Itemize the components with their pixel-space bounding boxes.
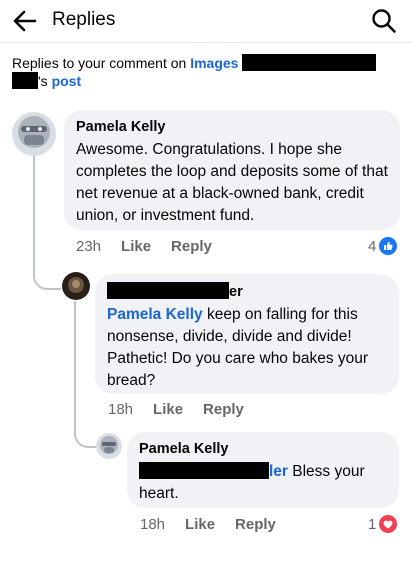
reply-button[interactable]: Reply — [203, 401, 244, 418]
avatar[interactable] — [12, 112, 56, 156]
like-button[interactable]: Like — [121, 238, 151, 255]
comment-actions: 23h Like Reply — [76, 238, 212, 255]
comment-time[interactable]: 18h — [140, 516, 165, 533]
comment-author[interactable]: Pamela Kelly — [76, 118, 388, 136]
reply-button[interactable]: Reply — [171, 238, 212, 255]
arrow-left-icon — [13, 10, 37, 32]
reply-button[interactable]: Reply — [235, 516, 276, 533]
avatar[interactable] — [62, 272, 90, 300]
love-reaction-icon — [379, 515, 398, 533]
comment-text: Pamela Kelly keep on falling for this no… — [107, 304, 387, 392]
comment-actions: 18h Like Reply — [108, 401, 244, 418]
comment-bubble: Pamela Kelly ler Bless your heart. — [127, 432, 399, 508]
thread-connector — [33, 262, 61, 290]
redacted-block — [12, 72, 38, 89]
comment-bubble: Pamela Kelly Awesome. Congratulations. I… — [64, 110, 400, 230]
comment-actions: 18h Like Reply — [140, 516, 276, 533]
context-possessive: 's — [38, 73, 52, 89]
like-reaction-icon — [379, 237, 398, 255]
redacted-block — [242, 54, 377, 71]
comment-time[interactable]: 18h — [108, 401, 133, 418]
search-button[interactable] — [370, 7, 398, 35]
comment-time[interactable]: 23h — [76, 238, 101, 255]
search-icon — [372, 9, 396, 33]
comment-text: ler Bless your heart. — [139, 461, 387, 505]
mention-link[interactable]: Pamela Kelly — [107, 306, 203, 323]
avatar[interactable] — [96, 433, 122, 459]
post-link[interactable]: post — [52, 73, 82, 89]
reply-context: Replies to your comment on Images 's pos… — [12, 54, 404, 90]
comment-bubble: er Pamela Kelly keep on falling for this… — [95, 274, 399, 394]
top-bar: Replies — [0, 0, 412, 43]
context-prefix: Replies to your comment on — [12, 55, 191, 71]
like-button[interactable]: Like — [185, 516, 215, 533]
redacted-block — [139, 462, 269, 479]
redacted-block — [107, 282, 229, 299]
thread-connector — [74, 426, 96, 448]
page-link[interactable]: Images — [190, 55, 238, 71]
page-title: Replies — [52, 9, 116, 30]
like-button[interactable]: Like — [153, 401, 183, 418]
mention-link-suffix[interactable]: ler — [269, 463, 288, 480]
back-button[interactable] — [10, 6, 40, 36]
reaction-count: 4 — [368, 237, 377, 255]
reaction-summary[interactable]: 4 — [368, 237, 398, 255]
comment-author[interactable]: er — [107, 282, 387, 301]
reaction-count: 1 — [368, 515, 377, 533]
reaction-summary[interactable]: 1 — [368, 515, 398, 533]
comment-author[interactable]: Pamela Kelly — [139, 440, 387, 458]
thread-line — [33, 153, 35, 263]
thread-line — [74, 301, 76, 427]
profile-photo-icon — [96, 433, 122, 459]
profile-photo-icon — [12, 112, 56, 156]
profile-photo-icon — [62, 272, 90, 300]
comment-text: Awesome. Congratulations. I hope she com… — [76, 141, 388, 224]
author-name-suffix: er — [229, 284, 243, 300]
